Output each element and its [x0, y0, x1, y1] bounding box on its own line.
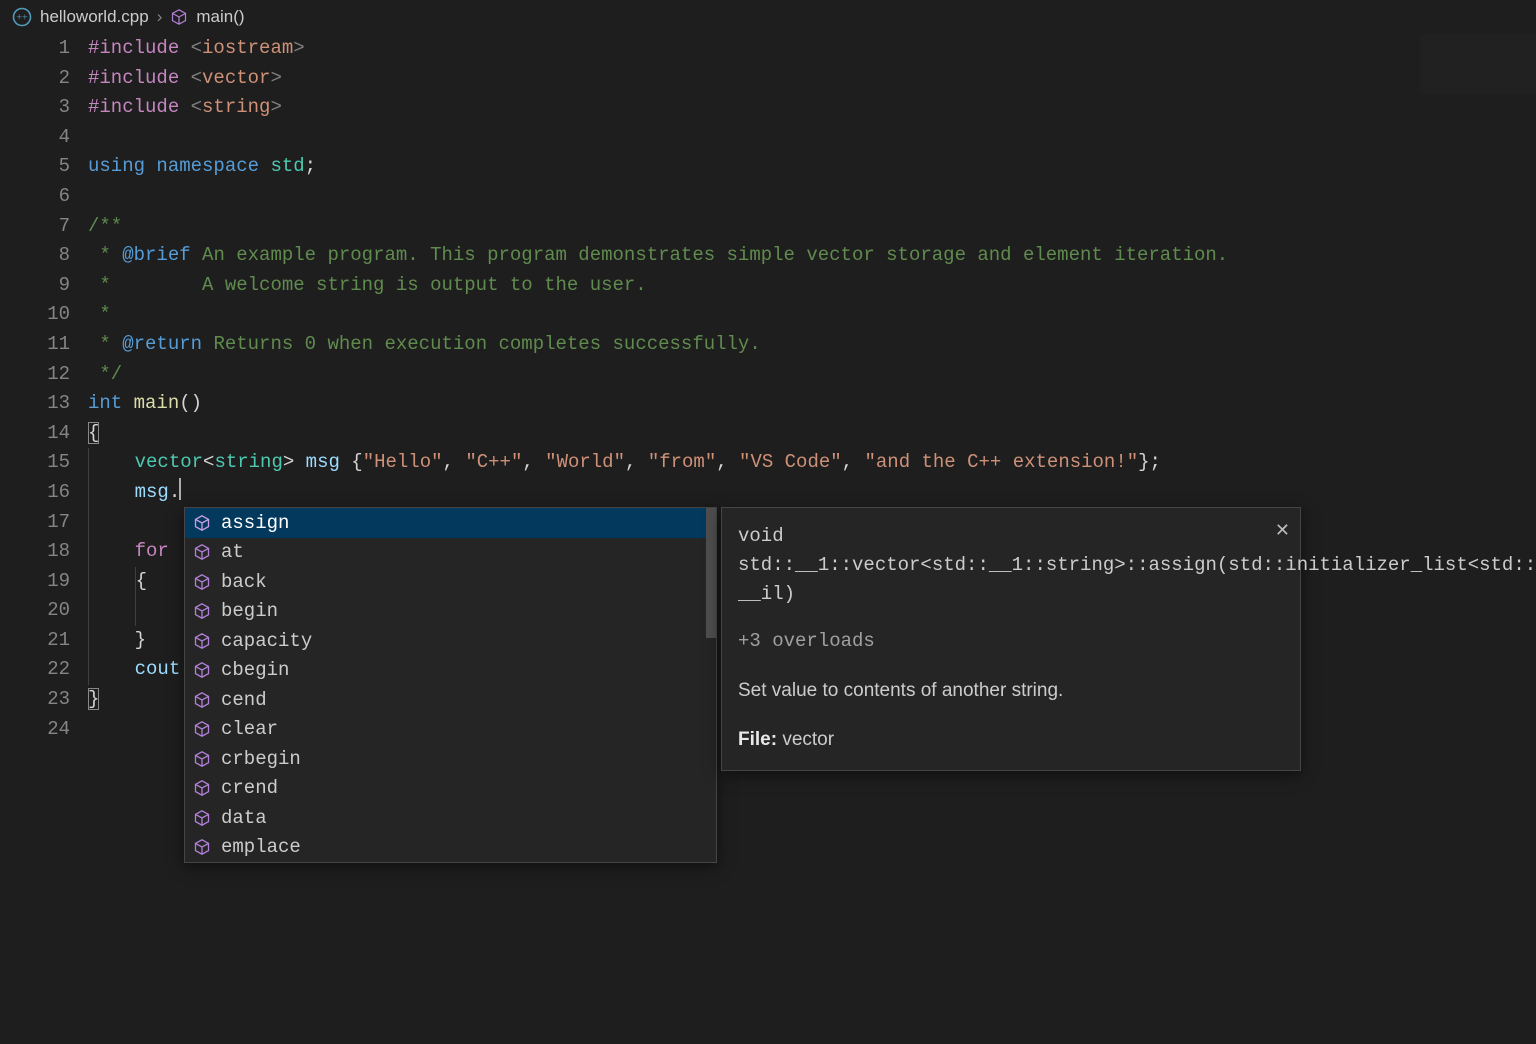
method-icon — [193, 779, 211, 797]
suggest-scrollbar[interactable] — [706, 508, 716, 638]
method-icon — [193, 809, 211, 827]
code-line[interactable]: #include <iostream> — [88, 34, 1536, 64]
line-number: 9 — [0, 271, 70, 301]
close-icon[interactable]: ✕ — [1275, 516, 1290, 545]
line-number: 5 — [0, 152, 70, 182]
suggest-item-at[interactable]: at — [185, 538, 716, 568]
suggest-item-crend[interactable]: crend — [185, 774, 716, 804]
method-icon — [193, 838, 211, 856]
suggest-label: begin — [221, 600, 278, 622]
line-number: 11 — [0, 330, 70, 360]
breadcrumb-file[interactable]: helloworld.cpp — [40, 7, 149, 27]
suggest-item-assign[interactable]: assign — [185, 508, 716, 538]
suggest-label: cend — [221, 689, 267, 711]
line-number: 6 — [0, 182, 70, 212]
method-icon — [193, 573, 211, 591]
suggest-label: emplace — [221, 836, 301, 858]
line-number: 22 — [0, 655, 70, 685]
suggest-item-begin[interactable]: begin — [185, 597, 716, 627]
doc-signature: void std::__1::vector<std::__1::string>:… — [738, 522, 1278, 609]
line-number: 18 — [0, 537, 70, 567]
code-line[interactable]: * — [88, 300, 1536, 330]
suggest-label: assign — [221, 512, 289, 534]
line-number: 21 — [0, 626, 70, 656]
code-line[interactable]: { — [88, 419, 1536, 449]
line-number: 7 — [0, 212, 70, 242]
line-number: 2 — [0, 64, 70, 94]
line-number: 10 — [0, 300, 70, 330]
suggest-item-back[interactable]: back — [185, 567, 716, 597]
suggest-label: crbegin — [221, 748, 301, 770]
line-number: 12 — [0, 360, 70, 390]
suggest-label: clear — [221, 718, 278, 740]
code-line[interactable]: * @return Returns 0 when execution compl… — [88, 330, 1536, 360]
suggest-item-clear[interactable]: clear — [185, 715, 716, 745]
code-line[interactable]: * A welcome string is output to the user… — [88, 271, 1536, 301]
method-icon — [193, 691, 211, 709]
method-icon — [193, 750, 211, 768]
breadcrumb[interactable]: ++ helloworld.cpp › main() — [0, 0, 1536, 34]
line-number: 19 — [0, 567, 70, 597]
doc-description: Set value to contents of another string. — [738, 676, 1278, 705]
cpp-file-icon: ++ — [12, 7, 32, 27]
code-editor[interactable]: 1 2 3 4 5 6 7 8 9 10 11 12 13 14 15 16 1… — [0, 34, 1536, 744]
code-line[interactable]: #include <string> — [88, 93, 1536, 123]
line-number: 23 — [0, 685, 70, 715]
suggest-label: cbegin — [221, 659, 289, 681]
line-number: 17 — [0, 508, 70, 538]
method-icon — [193, 661, 211, 679]
suggest-label: crend — [221, 777, 278, 799]
line-number: 1 — [0, 34, 70, 64]
code-line[interactable]: msg. — [88, 478, 1536, 508]
intellisense-suggest-list[interactable]: assign at back begin capacity cbegin cen… — [184, 507, 717, 863]
chevron-right-icon: › — [157, 7, 163, 27]
method-icon — [193, 543, 211, 561]
method-icon — [193, 514, 211, 532]
suggest-item-crbegin[interactable]: crbegin — [185, 744, 716, 774]
code-line[interactable]: using namespace std; — [88, 152, 1536, 182]
line-number: 24 — [0, 715, 70, 745]
line-number: 3 — [0, 93, 70, 123]
suggest-item-capacity[interactable]: capacity — [185, 626, 716, 656]
code-line[interactable]: #include <vector> — [88, 64, 1536, 94]
suggest-label: at — [221, 541, 244, 563]
line-number: 20 — [0, 596, 70, 626]
line-number: 8 — [0, 241, 70, 271]
doc-overloads: +3 overloads — [738, 627, 1278, 656]
suggest-label: data — [221, 807, 267, 829]
method-icon — [193, 632, 211, 650]
line-number: 4 — [0, 123, 70, 153]
line-number: 13 — [0, 389, 70, 419]
text-cursor — [179, 478, 181, 500]
doc-file: File: vector — [738, 725, 1278, 754]
code-line[interactable]: * @brief An example program. This progra… — [88, 241, 1536, 271]
suggest-item-cbegin[interactable]: cbegin — [185, 656, 716, 686]
code-area[interactable]: #include <iostream> #include <vector> #i… — [88, 34, 1536, 744]
suggest-item-emplace[interactable]: emplace — [185, 833, 716, 863]
line-number: 15 — [0, 448, 70, 478]
intellisense-doc-panel: ✕ void std::__1::vector<std::__1::string… — [721, 507, 1301, 771]
method-icon — [193, 602, 211, 620]
code-line[interactable]: vector<string> msg {"Hello", "C++", "Wor… — [88, 448, 1536, 478]
line-number: 14 — [0, 419, 70, 449]
line-number-gutter: 1 2 3 4 5 6 7 8 9 10 11 12 13 14 15 16 1… — [0, 34, 88, 744]
suggest-label: back — [221, 571, 267, 593]
code-line[interactable]: int main() — [88, 389, 1536, 419]
symbol-method-icon — [170, 8, 188, 26]
svg-text:++: ++ — [16, 13, 28, 24]
method-icon — [193, 720, 211, 738]
breadcrumb-symbol[interactable]: main() — [196, 7, 244, 27]
suggest-item-cend[interactable]: cend — [185, 685, 716, 715]
code-line[interactable] — [88, 182, 1536, 212]
line-number: 16 — [0, 478, 70, 508]
code-line[interactable]: /** — [88, 212, 1536, 242]
code-line[interactable]: */ — [88, 360, 1536, 390]
suggest-item-data[interactable]: data — [185, 803, 716, 833]
code-line[interactable] — [88, 123, 1536, 153]
suggest-label: capacity — [221, 630, 312, 652]
